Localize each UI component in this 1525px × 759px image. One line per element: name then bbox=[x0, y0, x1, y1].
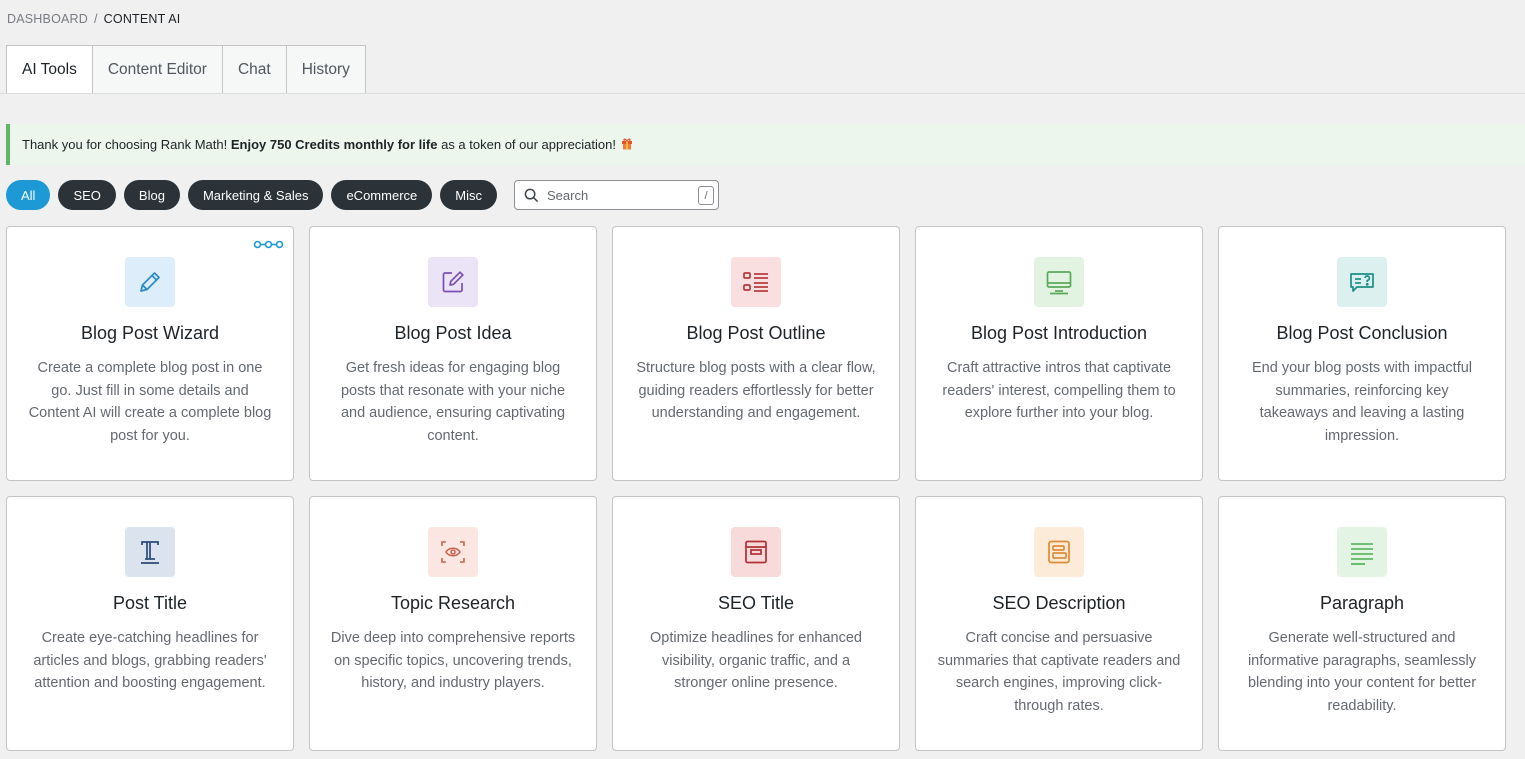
pencil-icon bbox=[125, 257, 175, 307]
card-title: Paragraph bbox=[1319, 593, 1405, 613]
edit-square-icon bbox=[428, 257, 478, 307]
card-description: Generate well-structured and informative… bbox=[1247, 630, 1477, 714]
paragraph-lines-icon bbox=[1337, 527, 1387, 577]
card-title: Blog Post Wizard bbox=[80, 323, 220, 343]
tab-content-editor[interactable]: Content Editor bbox=[92, 45, 223, 94]
tool-card-blog-post-idea[interactable]: Blog Post Idea Get fresh ideas for engag… bbox=[309, 226, 597, 481]
card-description: Structure blog posts with a clear flow, … bbox=[636, 360, 876, 421]
list-icon bbox=[731, 257, 781, 307]
card-description: Optimize headlines for enhanced visibili… bbox=[650, 630, 862, 691]
search-input[interactable] bbox=[547, 187, 687, 203]
tool-card-blog-post-conclusion[interactable]: Blog Post Conclusion End your blog posts… bbox=[1218, 226, 1506, 481]
card-title: Blog Post Conclusion bbox=[1276, 323, 1448, 343]
tool-card-topic-research[interactable]: Topic Research Dive deep into comprehens… bbox=[309, 496, 597, 751]
breadcrumb-separator: / bbox=[93, 12, 98, 26]
notice-text-before: Thank you for choosing Rank Math! bbox=[22, 137, 228, 152]
card-title: Topic Research bbox=[390, 593, 516, 613]
tool-card-blog-post-wizard[interactable]: Blog Post Wizard Create a complete blog … bbox=[6, 226, 294, 481]
search-box: / bbox=[514, 180, 719, 210]
card-title: Post Title bbox=[112, 593, 188, 613]
category-filters: All SEO Blog Marketing & Sales eCommerce… bbox=[6, 180, 497, 210]
card-description: Create eye-catching headlines for articl… bbox=[33, 630, 267, 691]
card-description: Craft concise and persuasive summaries t… bbox=[937, 630, 1181, 714]
filter-marketing-sales[interactable]: Marketing & Sales bbox=[187, 180, 324, 210]
tool-card-blog-post-outline[interactable]: Blog Post Outline Structure blog posts w… bbox=[612, 226, 900, 481]
card-title: SEO Description bbox=[992, 593, 1126, 613]
tools-grid: Blog Post Wizard Create a complete blog … bbox=[6, 226, 1506, 751]
description-box-icon bbox=[1034, 527, 1084, 577]
card-description: End your blog posts with impactful summa… bbox=[1251, 360, 1473, 444]
tab-ai-tools[interactable]: AI Tools bbox=[6, 45, 93, 94]
filter-seo[interactable]: SEO bbox=[58, 180, 116, 210]
credits-notice: Thank you for choosing Rank Math! Enjoy … bbox=[6, 124, 1525, 165]
chat-question-icon bbox=[1337, 257, 1387, 307]
tool-card-seo-description[interactable]: SEO Description Craft concise and persua… bbox=[915, 496, 1203, 751]
gift-icon bbox=[621, 137, 633, 153]
notice-text-after: as a token of our appreciation! bbox=[441, 137, 616, 152]
filter-all[interactable]: All bbox=[6, 180, 51, 210]
tab-bar: AI Tools Content Editor Chat History bbox=[6, 45, 366, 94]
card-title: SEO Title bbox=[717, 593, 795, 613]
filter-ecommerce[interactable]: eCommerce bbox=[331, 180, 433, 210]
notice-text-bold: Enjoy 750 Credits monthly for life bbox=[230, 137, 438, 152]
card-description: Create a complete blog post in one go. J… bbox=[28, 360, 272, 444]
eye-scan-icon bbox=[428, 527, 478, 577]
monitor-icon bbox=[1034, 257, 1084, 307]
tool-card-blog-post-introduction[interactable]: Blog Post Introduction Craft attractive … bbox=[915, 226, 1203, 481]
text-t-icon bbox=[125, 527, 175, 577]
card-description: Craft attractive intros that captivate r… bbox=[942, 360, 1176, 421]
tab-chat[interactable]: Chat bbox=[222, 45, 287, 94]
breadcrumb: DASHBOARD / CONTENT AI bbox=[7, 12, 180, 26]
card-title: Blog Post Outline bbox=[686, 323, 826, 343]
workflow-icon bbox=[253, 236, 284, 254]
tab-history[interactable]: History bbox=[286, 45, 366, 94]
card-description: Dive deep into comprehensive reports on … bbox=[330, 630, 576, 691]
filter-blog[interactable]: Blog bbox=[123, 180, 180, 210]
breadcrumb-dashboard-link[interactable]: DASHBOARD bbox=[7, 12, 88, 26]
tool-card-post-title[interactable]: Post Title Create eye-catching headlines… bbox=[6, 496, 294, 751]
filter-misc[interactable]: Misc bbox=[440, 180, 497, 210]
tab-divider bbox=[0, 93, 1525, 94]
tool-card-paragraph[interactable]: Paragraph Generate well-structured and i… bbox=[1218, 496, 1506, 751]
breadcrumb-current: CONTENT AI bbox=[103, 12, 181, 26]
title-box-icon bbox=[731, 527, 781, 577]
tool-card-seo-title[interactable]: SEO Title Optimize headlines for enhance… bbox=[612, 496, 900, 751]
card-title: Blog Post Introduction bbox=[970, 323, 1148, 343]
card-description: Get fresh ideas for engaging blog posts … bbox=[340, 360, 566, 444]
card-title: Blog Post Idea bbox=[394, 323, 512, 343]
search-icon bbox=[515, 188, 547, 203]
search-shortcut-key: / bbox=[698, 186, 714, 205]
